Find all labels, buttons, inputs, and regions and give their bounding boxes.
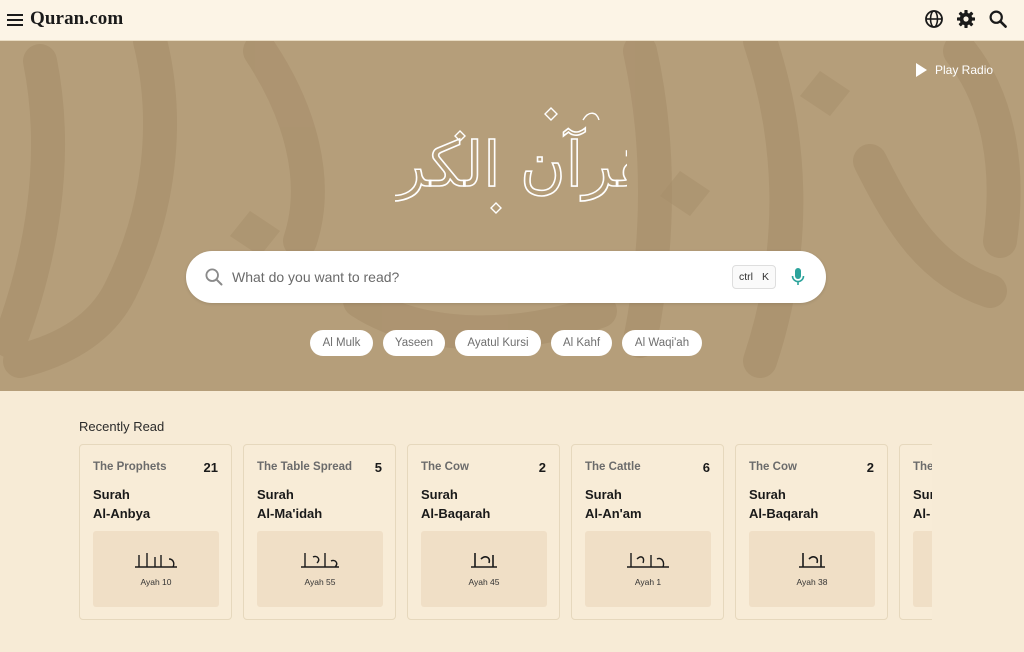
surah-english-name: The Cattle xyxy=(585,461,641,473)
surah-transliteration: Al-Baqarah xyxy=(749,506,819,521)
menu-icon[interactable] xyxy=(6,11,24,29)
surah-english-name: The Cow xyxy=(749,461,797,473)
play-radio-label: Play Radio xyxy=(935,63,994,77)
surah-arabic-name-glyph xyxy=(301,553,339,568)
surah-transliteration: Al-An'am xyxy=(585,506,642,521)
recently-read-heading: Recently Read xyxy=(79,419,165,434)
surah-arabic-name-glyph xyxy=(627,553,669,568)
play-icon xyxy=(916,63,927,77)
search-icon[interactable] xyxy=(988,9,1008,29)
search-bar[interactable]: ctrl K xyxy=(186,251,826,303)
recent-card[interactable]: The Cow 2 Surah Al-Baqarah Ayah 45 xyxy=(407,444,560,620)
microphone-icon[interactable] xyxy=(790,267,806,287)
surah-arabic-box: Ayah 1 xyxy=(585,531,711,607)
recent-card[interactable]: The Prophets 21 Surah Al-Anbya Ayah 10 xyxy=(79,444,232,620)
gear-icon[interactable] xyxy=(956,9,976,29)
svg-text:القرآن الكريم: القرآن الكريم xyxy=(395,127,627,201)
quick-links: Al Mulk Yaseen Ayatul Kursi Al Kahf Al W… xyxy=(0,330,1024,356)
surah-number: 6 xyxy=(702,460,710,475)
surah-number: 5 xyxy=(374,460,382,475)
surah-label: Surah xyxy=(257,487,294,502)
surah-number: 2 xyxy=(866,460,874,475)
quran-calligraphy-logo: القرآن الكريم xyxy=(395,107,627,214)
ayah-label: Ayah 45 xyxy=(468,577,500,587)
ayah-label: Ayah 38 xyxy=(796,577,828,587)
surah-transliteration: Al-Anbya xyxy=(93,506,151,521)
keyboard-shortcut-hint: ctrl K xyxy=(732,265,777,289)
surah-arabic-box: Ayah 38 xyxy=(749,531,875,607)
surah-label: Surah xyxy=(421,487,458,502)
surah-english-name: The Cow xyxy=(421,461,469,473)
shortcut-ctrl: ctrl xyxy=(739,271,753,283)
surah-number: 21 xyxy=(203,460,218,475)
recent-card[interactable]: The Table Spread 5 Surah Al-Ma'idah Ayah… xyxy=(243,444,396,620)
surah-label: Surah xyxy=(585,487,622,502)
chip-al-waqiah[interactable]: Al Waqi'ah xyxy=(622,330,702,356)
top-bar: Quran.com xyxy=(0,0,1024,41)
recent-card[interactable]: The Cow 2 Surah Al-Baqarah Ayah 38 xyxy=(735,444,888,620)
play-radio-button[interactable]: Play Radio xyxy=(916,63,993,77)
surah-label: Surah xyxy=(749,487,786,502)
surah-transliteration: Al-Baqarah xyxy=(421,506,491,521)
chip-ayatul-kursi[interactable]: Ayatul Kursi xyxy=(455,330,541,356)
surah-label: Sur xyxy=(913,487,932,502)
search-input[interactable] xyxy=(232,264,702,290)
site-logo[interactable]: Quran.com xyxy=(30,8,123,30)
surah-transliteration: Al-Ma'idah xyxy=(257,506,323,521)
surah-english-name: The Table Spread xyxy=(257,461,353,473)
surah-english-name: The Prophets xyxy=(93,461,167,473)
surah-label: Surah xyxy=(93,487,130,502)
surah-arabic-box: Ayah 55 xyxy=(257,531,383,607)
search-icon xyxy=(205,268,223,286)
shortcut-key: K xyxy=(762,271,770,283)
surah-arabic-box: Ayah 10 xyxy=(93,531,219,607)
chip-al-mulk[interactable]: Al Mulk xyxy=(310,330,373,356)
chip-al-kahf[interactable]: Al Kahf xyxy=(551,330,612,356)
surah-arabic-name-glyph xyxy=(799,553,825,568)
surah-arabic-name-glyph xyxy=(471,553,497,568)
recent-card[interactable]: The Cattle 6 Surah Al-An'am Ayah 1 xyxy=(571,444,724,620)
surah-arabic-box: Ayah 45 xyxy=(421,531,547,607)
surah-transliteration: Al- xyxy=(913,506,931,521)
hero-banner: Play Radio القرآن الكريم ctrl K Al Mulk … xyxy=(0,41,1024,391)
surah-number: 2 xyxy=(538,460,546,475)
surah-arabic-name-glyph xyxy=(135,553,177,568)
ayah-label: Ayah 10 xyxy=(140,577,172,587)
ayah-label: Ayah 55 xyxy=(304,577,336,587)
recently-read-carousel[interactable]: The Prophets 21 Surah Al-Anbya Ayah 10 T… xyxy=(79,444,932,620)
chip-yaseen[interactable]: Yaseen xyxy=(383,330,445,356)
surah-arabic-box xyxy=(913,531,932,607)
recent-card[interactable]: The Sur Al- xyxy=(899,444,932,620)
ayah-label: Ayah 1 xyxy=(634,577,662,587)
globe-icon[interactable] xyxy=(924,9,944,29)
surah-english-name: The xyxy=(913,461,932,473)
